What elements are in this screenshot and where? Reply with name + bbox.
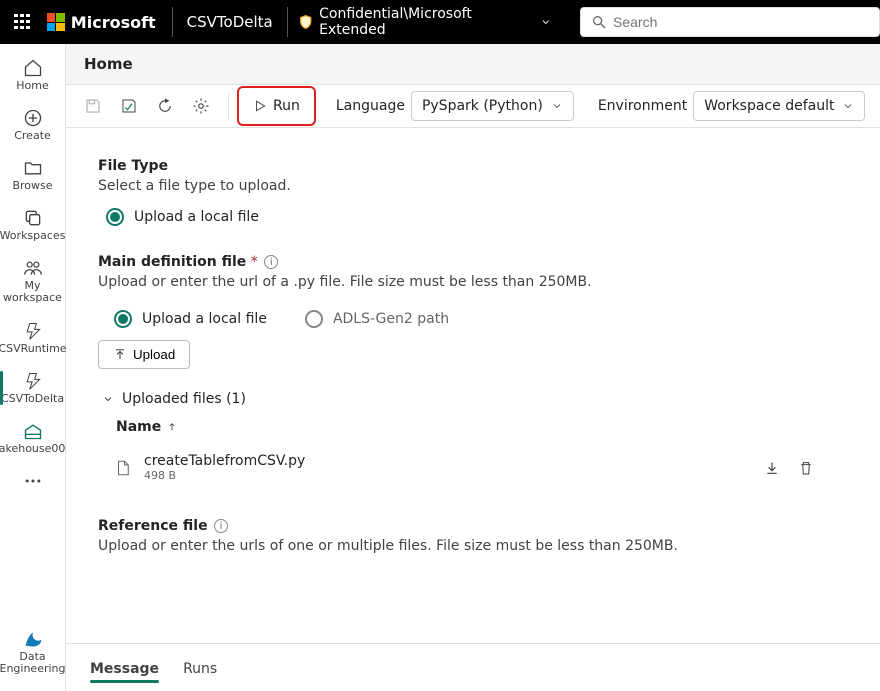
maindef-title: Main definition file	[98, 254, 246, 270]
radio-icon	[305, 310, 323, 328]
run-button[interactable]: Run	[241, 90, 312, 122]
tab-runs[interactable]: Runs	[183, 651, 217, 691]
upload-button[interactable]: Upload	[98, 340, 190, 369]
maindef-radio-adls[interactable]: ADLS-Gen2 path	[305, 310, 449, 328]
refresh-button[interactable]	[150, 91, 180, 121]
download-icon[interactable]	[764, 460, 780, 476]
refresh-icon	[156, 97, 174, 115]
sort-asc-icon	[167, 422, 177, 432]
app-name[interactable]: CSVToDelta	[173, 13, 287, 31]
language-select[interactable]: PySpark (Python)	[411, 91, 574, 121]
classification-dropdown[interactable]: Confidential\Microsoft Extended	[288, 6, 562, 38]
maindef-radio-local[interactable]: Upload a local file	[114, 310, 267, 328]
rail-csvruntime[interactable]: CSVRuntime	[3, 315, 63, 361]
file-icon	[114, 459, 132, 477]
chevron-down-icon	[842, 100, 854, 112]
rail-workspaces[interactable]: Workspaces	[3, 202, 63, 248]
people-icon	[23, 258, 43, 278]
save-icon	[84, 97, 102, 115]
play-icon	[253, 99, 267, 113]
filetype-radio-local[interactable]: Upload a local file	[106, 208, 864, 226]
shield-icon	[298, 14, 313, 30]
reffile-subtitle: Upload or enter the urls of one or multi…	[98, 538, 864, 554]
stack-icon	[23, 208, 43, 228]
rail-more[interactable]	[3, 465, 63, 497]
lakehouse-icon	[23, 421, 43, 441]
chevron-down-icon	[551, 100, 563, 112]
uploaded-files-toggle[interactable]: Uploaded files (1)	[102, 391, 864, 407]
rail-persona[interactable]: Data Engineering	[3, 623, 63, 681]
file-size: 498 B	[144, 469, 305, 482]
language-label: Language	[336, 98, 405, 114]
home-icon	[23, 58, 43, 78]
rail-csvtodelta[interactable]: CSVToDelta	[3, 365, 63, 411]
gear-icon	[192, 97, 210, 115]
file-row[interactable]: createTablefromCSV.py 498 B	[98, 445, 864, 490]
required-marker: *	[251, 254, 258, 270]
rail-lakehouse[interactable]: Lakehouse001	[3, 415, 63, 461]
info-icon[interactable]: i	[214, 519, 228, 533]
plus-circle-icon	[23, 108, 43, 128]
spark-icon	[23, 371, 43, 391]
save-button[interactable]	[78, 91, 108, 121]
search-icon	[591, 14, 607, 30]
app-launcher-icon[interactable]	[6, 14, 39, 30]
spark-icon	[23, 321, 43, 341]
save-variant-button[interactable]	[114, 91, 144, 121]
microsoft-logo[interactable]: Microsoft	[39, 13, 172, 32]
search-input[interactable]	[580, 7, 880, 37]
chevron-down-icon	[102, 393, 114, 405]
rail-my-workspace[interactable]: My workspace	[3, 252, 63, 310]
environment-select[interactable]: Workspace default	[693, 91, 865, 121]
tab-message[interactable]: Message	[90, 651, 159, 691]
rail-browse[interactable]: Browse	[3, 152, 63, 198]
data-engineering-icon	[23, 629, 43, 649]
maindef-subtitle: Upload or enter the url of a .py file. F…	[98, 274, 864, 290]
ellipsis-icon	[23, 471, 43, 491]
environment-label: Environment	[598, 98, 687, 114]
filetype-title: File Type	[98, 158, 864, 174]
breadcrumb[interactable]: Home	[66, 44, 880, 84]
rail-home[interactable]: Home	[3, 52, 63, 98]
chevron-down-icon	[540, 16, 552, 28]
settings-button[interactable]	[186, 91, 216, 121]
filetype-subtitle: Select a file type to upload.	[98, 178, 864, 194]
folder-icon	[23, 158, 43, 178]
delete-icon[interactable]	[798, 460, 814, 476]
file-name: createTablefromCSV.py	[144, 453, 305, 469]
classification-label: Confidential\Microsoft Extended	[319, 6, 534, 38]
info-icon[interactable]: i	[264, 255, 278, 269]
upload-icon	[113, 348, 127, 362]
rail-create[interactable]: Create	[3, 102, 63, 148]
reffile-title: Reference file	[98, 518, 208, 534]
radio-icon	[114, 310, 132, 328]
name-column[interactable]: Name	[116, 419, 161, 435]
radio-icon	[106, 208, 124, 226]
brand-name: Microsoft	[71, 13, 156, 32]
save-check-icon	[120, 97, 138, 115]
